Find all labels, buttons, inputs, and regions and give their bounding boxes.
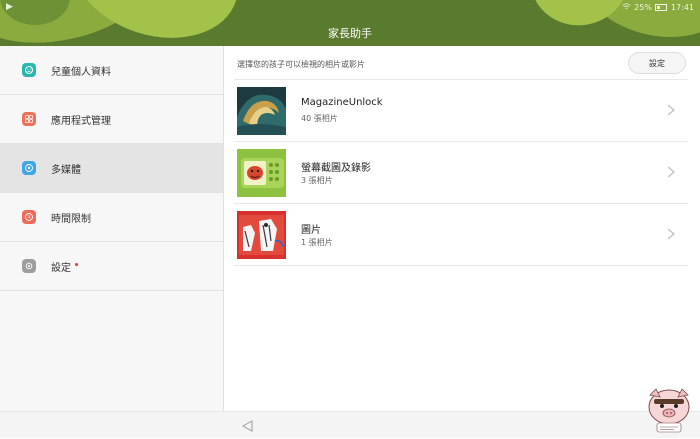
status-bar: 25% 17:41 (622, 3, 694, 12)
wifi-icon (622, 3, 631, 12)
app-header: ▶ 25% 17:41 家長助手 (0, 0, 700, 46)
album-row-magazineunlock[interactable]: MagazineUnlock 40 張相片 (234, 79, 688, 142)
sidebar-item-app-management[interactable]: 應用程式管理 (0, 95, 223, 144)
battery-percent: 25% (634, 3, 652, 12)
sidebar-item-label: 兒童個人資料 (51, 66, 111, 78)
instruction-text: 選擇您的孩子可以檢視的相片或影片 (237, 60, 365, 69)
sidebar-item-time-limit[interactable]: 時間限制 (0, 193, 223, 242)
chevron-right-icon (664, 164, 678, 180)
sidebar-item-multimedia[interactable]: 多媒體 (0, 144, 223, 193)
sidebar-item-label: 多媒體 (51, 164, 81, 176)
navigation-bar (0, 411, 700, 438)
album-title: 螢幕截圖及錄影 (301, 163, 371, 174)
album-row-pictures[interactable]: 圖片 1 張相片 (234, 204, 688, 266)
album-row-screenshots[interactable]: 螢幕截圖及錄影 3 張相片 (234, 142, 688, 204)
chevron-right-icon (664, 102, 678, 118)
album-title: MagazineUnlock (301, 97, 383, 108)
clock-icon (22, 210, 36, 224)
page-title: 家長助手 (328, 27, 372, 40)
album-thumbnail (237, 211, 286, 259)
child-profile-icon (22, 63, 36, 77)
back-icon[interactable] (240, 418, 256, 432)
album-count: 1 張相片 (301, 238, 333, 247)
main-panel: 選擇您的孩子可以檢視的相片或影片 設定 MagazineUnlock 40 張相… (224, 46, 700, 411)
sidebar-item-label: 設定 (51, 262, 71, 274)
sidebar-item-label: 時間限制 (51, 213, 91, 225)
main-toolbar: 選擇您的孩子可以檢視的相片或影片 設定 (224, 46, 700, 79)
gear-icon (22, 259, 36, 273)
album-count: 3 張相片 (301, 176, 333, 185)
sidebar: 兒童個人資料 應用程式管理 多媒體 時間限制 設定 (0, 46, 224, 411)
multimedia-icon (22, 161, 36, 175)
chevron-right-icon (664, 226, 678, 242)
album-thumbnail (237, 149, 286, 197)
apps-icon (22, 112, 36, 126)
sidebar-item-settings[interactable]: 設定 (0, 242, 223, 291)
album-title: 圖片 (301, 225, 321, 236)
battery-icon (654, 4, 667, 11)
album-thumbnail (237, 87, 286, 135)
sidebar-item-label: 應用程式管理 (51, 115, 111, 127)
album-list: MagazineUnlock 40 張相片 螢幕截圖及錄影 3 張相片 圖片 1… (234, 79, 688, 266)
album-count: 40 張相片 (301, 114, 338, 123)
pig-mascot-watermark (640, 385, 698, 435)
play-icon: ▶ (6, 2, 13, 12)
notification-dot (75, 262, 78, 266)
settings-button[interactable]: 設定 (628, 52, 686, 74)
sidebar-item-child-profile[interactable]: 兒童個人資料 (0, 46, 223, 95)
status-time: 17:41 (670, 3, 694, 12)
